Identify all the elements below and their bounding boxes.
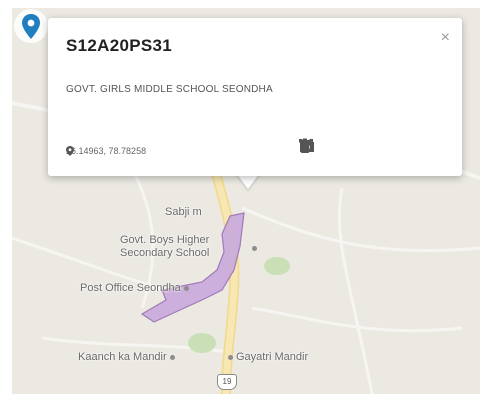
place-label-text: Gayatri Mandir <box>236 351 309 363</box>
poi-dot <box>183 285 189 291</box>
place-label[interactable]: Gayatri Mandir <box>228 351 308 364</box>
popup-title: S12A20PS31 <box>66 36 173 55</box>
poi-dot <box>228 354 233 360</box>
map-frame: Sabji m Govt. Boys Higher Secondary Scho… <box>0 0 492 403</box>
place-label-text: Kaanch ka Mandir <box>78 351 167 363</box>
place-label[interactable]: Govt. Boys Higher Secondary School <box>120 234 209 260</box>
popup-actions <box>298 138 444 156</box>
park-area <box>264 257 290 275</box>
location-pin-icon <box>66 146 74 156</box>
coordinates-row: 26.14963, 78.78258 <box>66 146 146 156</box>
park-area <box>188 333 216 353</box>
highway-shield: 19 <box>217 374 237 390</box>
place-label-text: Sabji m <box>165 206 202 218</box>
camera-icon[interactable] <box>300 138 380 156</box>
place-label-text: Post Office Seondha <box>80 282 181 294</box>
poi-dot <box>169 354 175 360</box>
close-icon[interactable]: × <box>441 30 450 46</box>
highway-number: 19 <box>222 377 232 386</box>
pencil-icon[interactable] <box>300 138 348 156</box>
map-marker-icon[interactable] <box>12 8 50 46</box>
trash-icon[interactable] <box>299 138 444 156</box>
place-label-text: Govt. Boys Higher <box>120 234 210 246</box>
place-label[interactable]: Kaanch ka Mandir <box>78 351 175 364</box>
popup-description: GOVT. GIRLS MIDDLE SCHOOL SEONDHA <box>66 84 273 95</box>
route-icon[interactable] <box>299 138 412 156</box>
place-label[interactable]: Sabji m <box>165 206 202 219</box>
coordinates-text: 26.14963, 78.78258 <box>66 146 147 156</box>
place-label[interactable]: Post Office Seondha <box>80 282 189 295</box>
place-label-text: Secondary School <box>120 247 210 259</box>
poi-dot <box>252 246 257 251</box>
info-popup: S12A20PS31 × GOVT. GIRLS MIDDLE SCHOOL S… <box>48 18 462 176</box>
map-canvas[interactable]: Sabji m Govt. Boys Higher Secondary Scho… <box>12 8 480 394</box>
